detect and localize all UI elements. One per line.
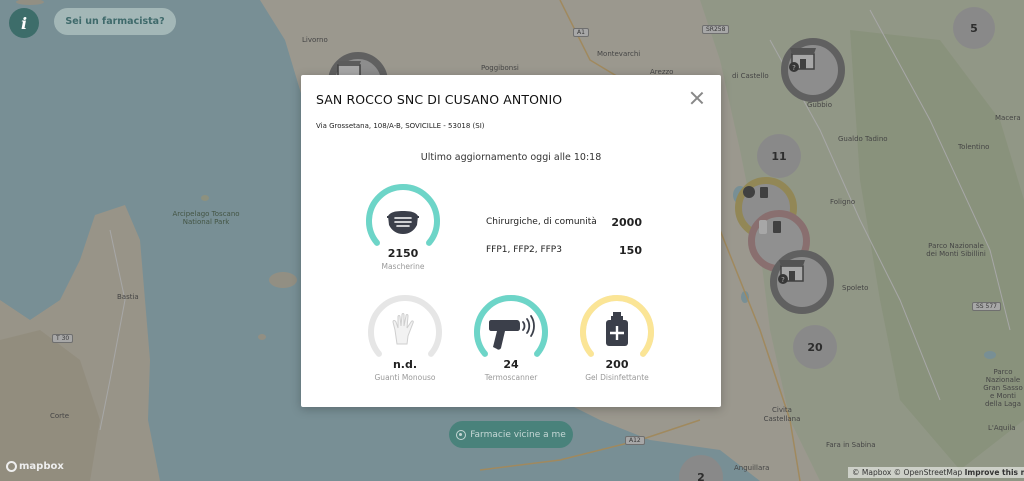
improve-map-link[interactable]: Improve this map bbox=[965, 468, 1024, 477]
gel-value: 200 bbox=[605, 358, 629, 371]
gel-gauge: 200 Gel Disinfettante bbox=[577, 294, 657, 382]
attribution-mapbox-link[interactable]: © Mapbox bbox=[852, 468, 891, 477]
gel-label: Gel Disinfettante bbox=[585, 373, 649, 382]
mask-row-surgical: Chirurgiche, di comunità 2000 bbox=[486, 208, 642, 236]
thermoscanner-value: 24 bbox=[503, 358, 519, 371]
gloves-value: n.d. bbox=[392, 358, 418, 371]
gloves-label: Guanti Monouso bbox=[374, 373, 436, 382]
pharmacy-name: SAN ROCCO SNC DI CUSANO ANTONIO bbox=[316, 92, 563, 107]
masks-breakdown: Chirurgiche, di comunità 2000 FFP1, FFP2… bbox=[486, 208, 642, 264]
mask-type-value: 2000 bbox=[611, 215, 642, 229]
pharmacy-detail-modal: SAN ROCCO SNC DI CUSANO ANTONIO Via Gros… bbox=[301, 75, 721, 407]
attribution-osm-link[interactable]: © OpenStreetMap bbox=[894, 468, 963, 477]
gloves-gauge: n.d. Guanti Monouso bbox=[365, 294, 445, 382]
close-icon[interactable] bbox=[690, 91, 704, 105]
gloves-gauge-ring bbox=[368, 295, 442, 357]
location-pin-icon bbox=[456, 429, 467, 440]
mask-icon bbox=[387, 211, 419, 234]
info-button[interactable]: i bbox=[9, 8, 39, 38]
masks-gauge-ring bbox=[366, 184, 440, 246]
pharmacist-button[interactable]: Sei un farmacista? bbox=[54, 8, 176, 35]
mask-type-name: FFP1, FFP2, FFP3 bbox=[486, 245, 562, 255]
masks-gauge: 2150 Mascherine bbox=[363, 183, 443, 271]
nearby-pharmacies-label: Farmacie vicine a me bbox=[470, 429, 566, 440]
mapbox-logo[interactable]: mapbox bbox=[6, 461, 64, 472]
nearby-pharmacies-button[interactable]: Farmacie vicine a me bbox=[449, 421, 573, 448]
gel-gauge-ring bbox=[580, 295, 654, 357]
thermoscanner-gauge: 24 Termoscanner bbox=[471, 294, 551, 382]
thermoscanner-label: Termoscanner bbox=[484, 373, 538, 382]
thermoscanner-gauge-ring bbox=[474, 295, 548, 357]
gloves-icon bbox=[392, 313, 414, 345]
sanitizer-bottle-icon bbox=[606, 312, 628, 346]
masks-label: Mascherine bbox=[381, 262, 425, 271]
thermoscanner-icon bbox=[489, 315, 535, 350]
pharmacy-address: Via Grossetana, 108/A-B, SOVICILLE - 530… bbox=[316, 122, 485, 130]
mask-row-ffp: FFP1, FFP2, FFP3 150 bbox=[486, 236, 642, 264]
masks-value: 2150 bbox=[387, 247, 419, 260]
last-updated-text: Ultimo aggiornamento oggi alle 10:18 bbox=[420, 152, 602, 163]
mask-type-value: 150 bbox=[619, 243, 642, 257]
map-attribution: © Mapbox © OpenStreetMap Improve this ma… bbox=[848, 467, 1024, 478]
mask-type-name: Chirurgiche, di comunità bbox=[486, 217, 597, 227]
mapbox-icon bbox=[6, 461, 17, 472]
mapbox-logo-text: mapbox bbox=[19, 461, 64, 472]
